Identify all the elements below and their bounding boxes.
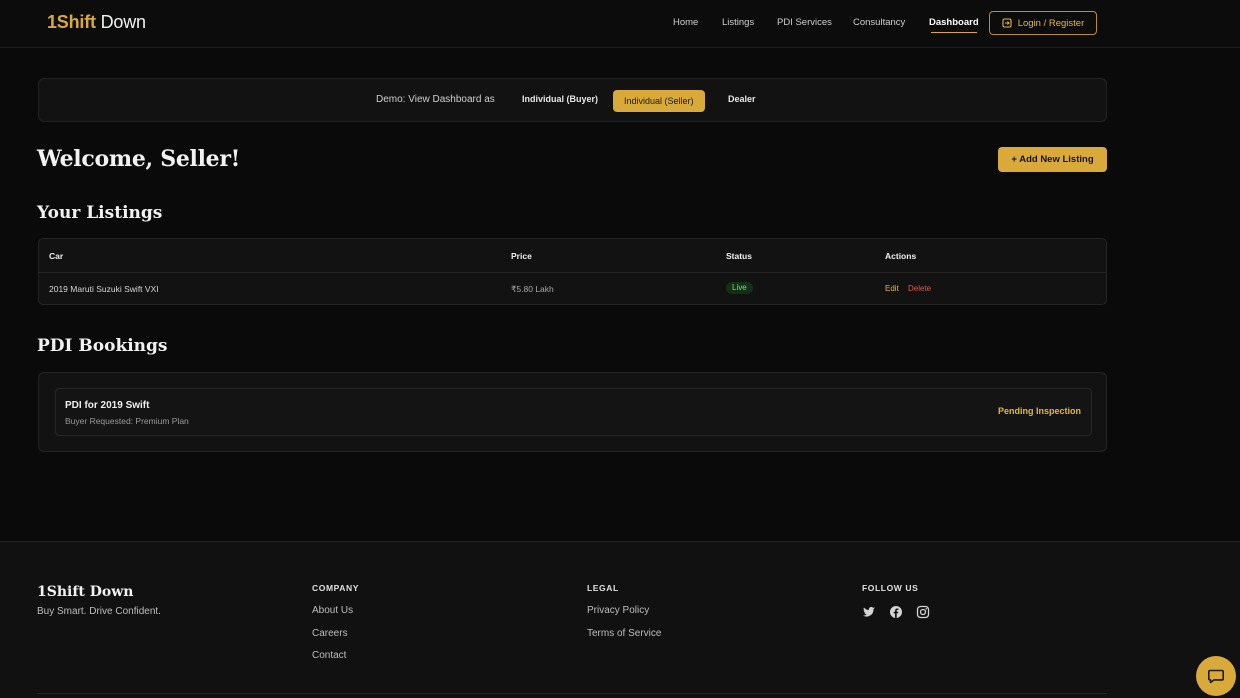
demo-option-seller[interactable]: Individual (Seller) bbox=[613, 90, 705, 112]
pdi-booking-subtitle: Buyer Requested: Premium Plan bbox=[65, 416, 189, 426]
demo-role-switcher: Demo: View Dashboard as Individual (Buye… bbox=[38, 78, 1107, 122]
login-register-label: Login / Register bbox=[1017, 17, 1085, 29]
pdi-bookings-panel: PDI for 2019 Swift Buyer Requested: Prem… bbox=[38, 372, 1107, 452]
status-badge: Live bbox=[726, 282, 753, 294]
column-header-price: Price bbox=[511, 251, 532, 261]
nav-listings[interactable]: Listings bbox=[722, 17, 754, 28]
list-item[interactable]: PDI for 2019 Swift Buyer Requested: Prem… bbox=[55, 388, 1092, 436]
listing-car: 2019 Maruti Suzuki Swift VXI bbox=[49, 284, 159, 294]
column-header-actions: Actions bbox=[885, 251, 917, 261]
twitter-icon[interactable] bbox=[862, 605, 876, 619]
column-header-car: Car bbox=[49, 251, 64, 261]
footer-heading-legal: LEGAL bbox=[587, 583, 619, 593]
nav-consultancy[interactable]: Consultancy bbox=[853, 17, 905, 28]
demo-option-dealer[interactable]: Dealer bbox=[728, 94, 756, 104]
listings-section-title: Your Listings bbox=[37, 203, 163, 223]
footer-link-terms[interactable]: Terms of Service bbox=[587, 628, 661, 639]
listing-price: ₹5.80 Lakh bbox=[511, 284, 554, 294]
delete-listing-button[interactable]: Delete bbox=[908, 284, 931, 293]
table-divider bbox=[39, 272, 1106, 273]
listings-table: Car Price Status Actions 2019 Maruti Suz… bbox=[38, 238, 1107, 305]
footer: 1Shift Down Buy Smart. Drive Confident. … bbox=[0, 541, 1240, 698]
footer-link-contact[interactable]: Contact bbox=[312, 650, 346, 661]
footer-link-careers[interactable]: Careers bbox=[312, 628, 348, 639]
pdi-section-title: PDI Bookings bbox=[37, 336, 168, 356]
login-register-button[interactable]: Login / Register bbox=[989, 11, 1097, 35]
footer-heading-follow: FOLLOW US bbox=[862, 583, 919, 593]
column-header-status: Status bbox=[726, 251, 752, 261]
sign-in-icon bbox=[1002, 18, 1012, 28]
footer-heading-company: COMPANY bbox=[312, 583, 360, 593]
footer-tagline: Buy Smart. Drive Confident. bbox=[37, 606, 161, 617]
chat-icon bbox=[1208, 669, 1224, 684]
add-new-listing-button[interactable]: + Add New Listing bbox=[998, 147, 1107, 172]
edit-listing-button[interactable]: Edit bbox=[885, 284, 899, 293]
pdi-booking-title: PDI for 2019 Swift bbox=[65, 400, 150, 411]
site-logo[interactable]: 1Shift Down bbox=[47, 12, 146, 33]
pdi-status-badge: Pending Inspection bbox=[997, 406, 1081, 416]
facebook-icon[interactable] bbox=[889, 605, 903, 619]
top-navbar: 1Shift Down Home Listings PDI Services C… bbox=[0, 0, 1240, 48]
logo-suffix: Down bbox=[95, 12, 146, 32]
page-title: Welcome, Seller! bbox=[37, 146, 240, 172]
nav-dashboard[interactable]: Dashboard bbox=[929, 17, 979, 33]
logo-prefix: 1Shift bbox=[47, 12, 96, 32]
nav-home[interactable]: Home bbox=[673, 17, 698, 28]
footer-divider bbox=[37, 693, 1107, 694]
nav-pdi-services[interactable]: PDI Services bbox=[777, 17, 832, 28]
footer-link-privacy[interactable]: Privacy Policy bbox=[587, 605, 649, 616]
instagram-icon[interactable] bbox=[916, 605, 930, 619]
footer-link-about[interactable]: About Us bbox=[312, 605, 353, 616]
footer-brand: 1Shift Down bbox=[37, 584, 134, 600]
demo-option-buyer[interactable]: Individual (Buyer) bbox=[522, 94, 598, 104]
chat-button[interactable] bbox=[1196, 656, 1236, 696]
demo-label: Demo: View Dashboard as bbox=[376, 94, 495, 105]
